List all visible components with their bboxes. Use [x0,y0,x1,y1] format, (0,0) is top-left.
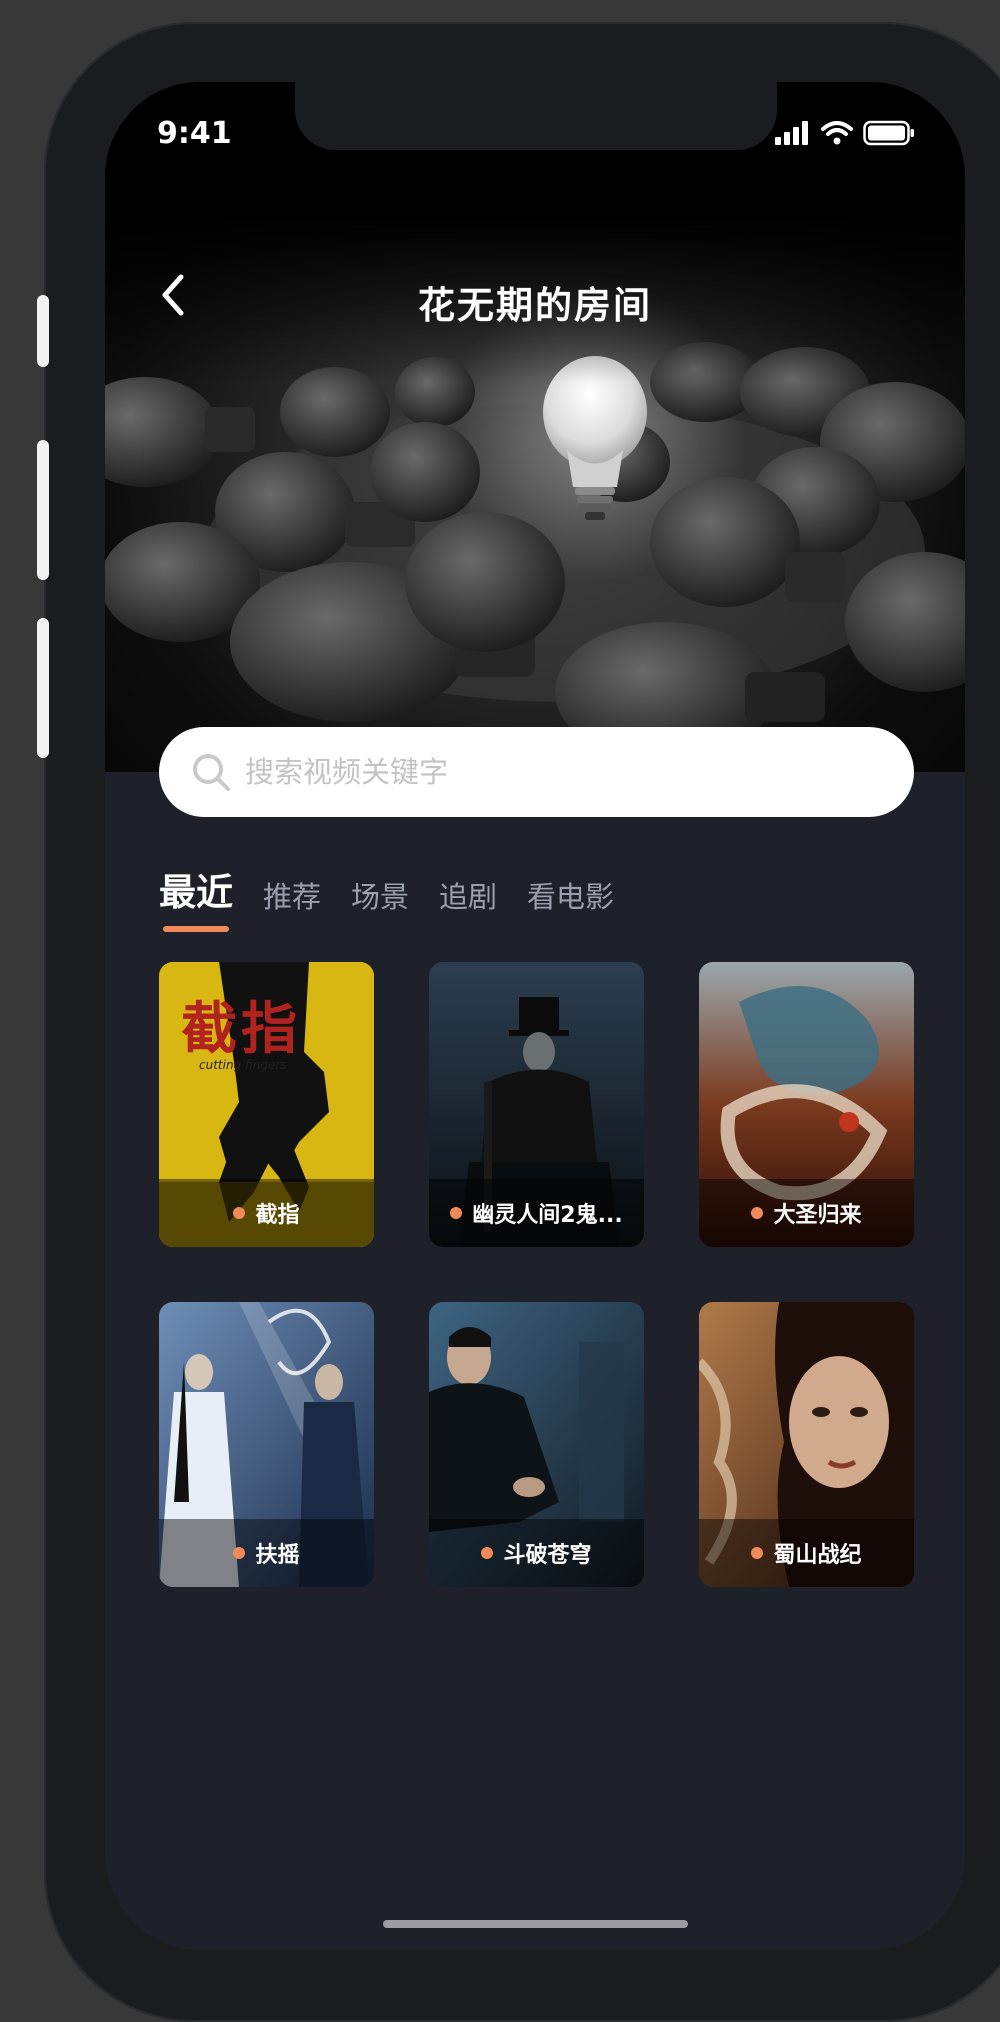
tab-series[interactable]: 追剧 [439,874,497,916]
status-time: 9:41 [157,116,232,151]
poster-subtitle: cutting fingers [199,1058,287,1072]
caption-dot [233,1207,246,1219]
video-caption: 幽灵人间2鬼... [429,1179,644,1247]
tab-label: 最近 [159,871,233,914]
category-tabs: 最近 推荐 场景 追剧 看电影 [159,862,614,932]
caption-dot [751,1547,764,1559]
caption-dot [450,1207,463,1219]
tab-recent[interactable]: 最近 [159,862,233,932]
video-caption: 大圣归来 [699,1179,914,1247]
tab-label: 场景 [351,880,410,914]
video-title: 蜀山战纪 [773,1543,862,1568]
search-input[interactable] [243,754,847,790]
video-card[interactable]: 蜀山战纪 [699,1302,914,1587]
caption-dot [481,1547,494,1559]
tab-label: 推荐 [263,880,322,914]
caption-dot [751,1207,764,1219]
video-title: 大圣归来 [773,1203,862,1228]
tab-scenes[interactable]: 场景 [351,874,409,916]
silent-switch [37,295,49,367]
tab-label: 看电影 [527,880,615,914]
tab-label: 追剧 [439,880,498,914]
video-title: 扶摇 [255,1543,300,1568]
poster-title: 截指 [181,996,301,1062]
navigation-bar: 花无期的房间 [105,267,965,327]
video-caption: 蜀山战纪 [699,1519,914,1587]
status-bar: 9:41 [105,82,965,182]
video-card[interactable]: 大圣归来 [699,962,914,1247]
video-card[interactable]: 幽灵人间2鬼... [429,962,644,1247]
video-card[interactable]: 斗破苍穹 [429,1302,644,1587]
video-caption: 扶摇 [159,1519,374,1587]
tab-recommended[interactable]: 推荐 [263,874,321,916]
home-indicator[interactable] [383,1920,688,1928]
hero-banner-image [105,82,965,772]
page-title: 花无期的房间 [418,284,652,327]
video-card[interactable]: 截指 cutting fingers 截指 [159,962,374,1247]
volume-up-button [37,440,49,580]
wifi-icon [821,121,853,145]
app-screen: 9:41 花无期的房间 搜索视频关键字 最近 推荐 场景 追剧 看电影 截指 c… [105,82,965,1950]
video-title: 截指 [255,1203,300,1228]
search-icon [193,754,230,791]
video-caption: 斗破苍穹 [429,1519,644,1587]
active-tab-indicator [163,926,229,932]
cellular-signal-icon [775,121,808,145]
tab-movies[interactable]: 看电影 [527,874,614,916]
battery-icon [863,120,914,146]
video-card[interactable]: 扶摇 [159,1302,374,1587]
video-caption: 截指 [159,1179,374,1247]
caption-dot [233,1547,246,1559]
volume-down-button [37,618,49,758]
video-title: 幽灵人间2鬼... [472,1203,623,1228]
video-title: 斗破苍穹 [503,1543,592,1568]
search-bar[interactable] [159,727,914,817]
